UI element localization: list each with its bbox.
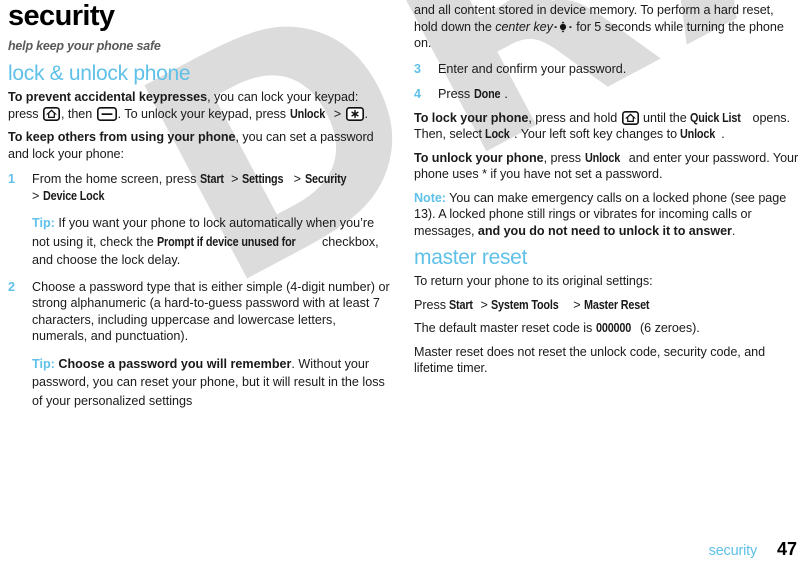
paragraph-lock-your-phone: To lock your phone, press and hold until… <box>414 110 800 143</box>
step-number: 3 <box>414 61 422 76</box>
soft-key-icon <box>96 106 117 121</box>
step-content: Enter and confirm your password. <box>438 61 800 78</box>
paragraph-continuation: and all content stored in device memory.… <box>414 2 800 52</box>
step-number: 4 <box>414 87 422 101</box>
tip-block: Tip: Choose a password you will remember… <box>32 355 391 411</box>
star-key-icon <box>345 106 364 121</box>
ui-label-unlock: Unlock <box>584 150 620 165</box>
left-column: security help keep your phone safe lock … <box>0 0 404 528</box>
lead-in-text: To prevent accidental keypresses <box>8 90 208 105</box>
ui-label-lock: Lock <box>485 127 511 141</box>
ui-label-settings: Settings <box>242 172 284 187</box>
default-reset-code: 000000 <box>595 321 631 336</box>
ui-label-device-lock: Device Lock <box>42 188 105 203</box>
page-title: security <box>8 0 115 32</box>
step-number: 1 <box>8 172 16 187</box>
list-item: 1 From the home screen, press Start > Se… <box>8 171 391 270</box>
ui-label-unlock: Unlock <box>680 127 716 141</box>
section-heading-master-reset: master reset <box>414 246 528 269</box>
body-text: (6 zeroes). <box>636 321 700 336</box>
ui-label-master-reset: Master Reset <box>584 297 650 312</box>
page-footer: security 47 <box>0 539 809 560</box>
step-content: Press Done. <box>438 86 800 103</box>
home-key-icon <box>621 110 639 125</box>
lead-in-text: To keep others from using your phone <box>8 130 236 145</box>
tip-block: Tip: If you want your phone to lock auto… <box>32 214 391 270</box>
footer-chapter-label: security <box>708 543 758 559</box>
list-item: 4 Press Done. <box>414 86 800 103</box>
manual-page: security help keep your phone safe lock … <box>0 0 809 566</box>
breadcrumb-separator: > <box>569 297 585 312</box>
body-text: . To unlock your keypad, press <box>117 106 290 121</box>
body-text: until the <box>639 110 691 125</box>
ui-label-prompt-if-device-unused-for: Prompt if device unused for <box>157 234 296 249</box>
step-number: 2 <box>8 279 16 294</box>
numbered-steps-right: 3 Enter and confirm your password. 4 Pre… <box>414 61 800 103</box>
italic-term-center-key: center key <box>495 19 553 34</box>
body-text: . Your left soft key changes to <box>514 127 681 141</box>
paragraph-keep-others: To keep others from using your phone, yo… <box>8 129 391 162</box>
tip-label: Tip: <box>32 356 55 371</box>
breadcrumb-separator: > <box>477 297 492 312</box>
body-text: . <box>364 106 369 121</box>
ui-label-start: Start <box>449 297 474 312</box>
center-key-icon <box>554 20 572 34</box>
paragraph-default-code: The default master reset code is 000000 … <box>414 320 800 337</box>
tip-bold-text: Choose a password you will remember <box>54 356 292 371</box>
paragraph-return-to-original: To return your phone to its original set… <box>414 274 653 289</box>
paragraph-press-path: Press Start > System Tools > Master Rese… <box>414 297 800 314</box>
body-text: Press <box>414 297 450 312</box>
step-content: Choose a password type that is either si… <box>32 279 391 411</box>
body-text: , then <box>61 106 96 121</box>
breadcrumb-separator: > <box>330 106 345 121</box>
ui-label-quick-list: Quick List <box>690 110 741 125</box>
lead-in-text: To unlock your phone <box>414 150 544 165</box>
lead-in-text: To lock your phone <box>414 110 529 125</box>
numbered-steps-left: 1 From the home screen, press Start > Se… <box>8 171 391 410</box>
note-block: Note: You can make emergency calls on a … <box>414 190 800 240</box>
ui-label-unlock: Unlock <box>289 106 325 121</box>
ui-label-security: Security <box>304 172 347 187</box>
breadcrumb-separator: > <box>227 172 243 187</box>
section-heading-lock-unlock: lock & unlock phone <box>8 62 191 85</box>
list-item: 2 Choose a password type that is either … <box>8 279 391 411</box>
note-label: Note: <box>414 190 446 205</box>
note-bold-text: and you do not need to unlock it to answ… <box>477 223 732 238</box>
paragraph-not-reset: Master reset does not reset the unlock c… <box>414 344 766 376</box>
body-text: . <box>731 223 736 238</box>
step-text: From the home screen, press Start > Sett… <box>32 171 391 204</box>
step-text: Choose a password type that is either si… <box>32 279 390 344</box>
page-subtitle: help keep your phone safe <box>8 39 161 53</box>
breadcrumb-separator: > <box>290 172 305 187</box>
body-text: . <box>721 127 725 141</box>
body-text: The default master reset code is <box>414 321 596 336</box>
footer-page-number: 47 <box>776 539 797 559</box>
body-text: , press and hold <box>528 110 621 125</box>
body-text: Press <box>438 87 474 101</box>
paragraph-unlock-your-phone: To unlock your phone, press Unlock and e… <box>414 150 800 183</box>
step-text: Enter and confirm your password. <box>438 61 627 76</box>
body-text: . <box>504 87 508 101</box>
tip-label: Tip: <box>32 216 55 231</box>
breadcrumb-separator: > <box>32 188 43 203</box>
two-column-layout: security help keep your phone safe lock … <box>0 0 809 528</box>
home-key-icon <box>43 106 60 121</box>
body-text: , press <box>543 150 585 165</box>
ui-label-system-tools: System Tools <box>491 297 559 312</box>
step-text: Press Done. <box>438 86 800 103</box>
ui-label-done: Done <box>473 87 501 101</box>
list-item: 3 Enter and confirm your password. <box>414 61 800 78</box>
paragraph-prevent-keypresses: To prevent accidental keypresses, you ca… <box>8 89 391 122</box>
ui-label-start: Start <box>199 172 224 187</box>
step-content: From the home screen, press Start > Sett… <box>32 171 391 270</box>
body-text: From the home screen, press <box>32 172 200 187</box>
right-column: and all content stored in device memory.… <box>404 0 808 528</box>
